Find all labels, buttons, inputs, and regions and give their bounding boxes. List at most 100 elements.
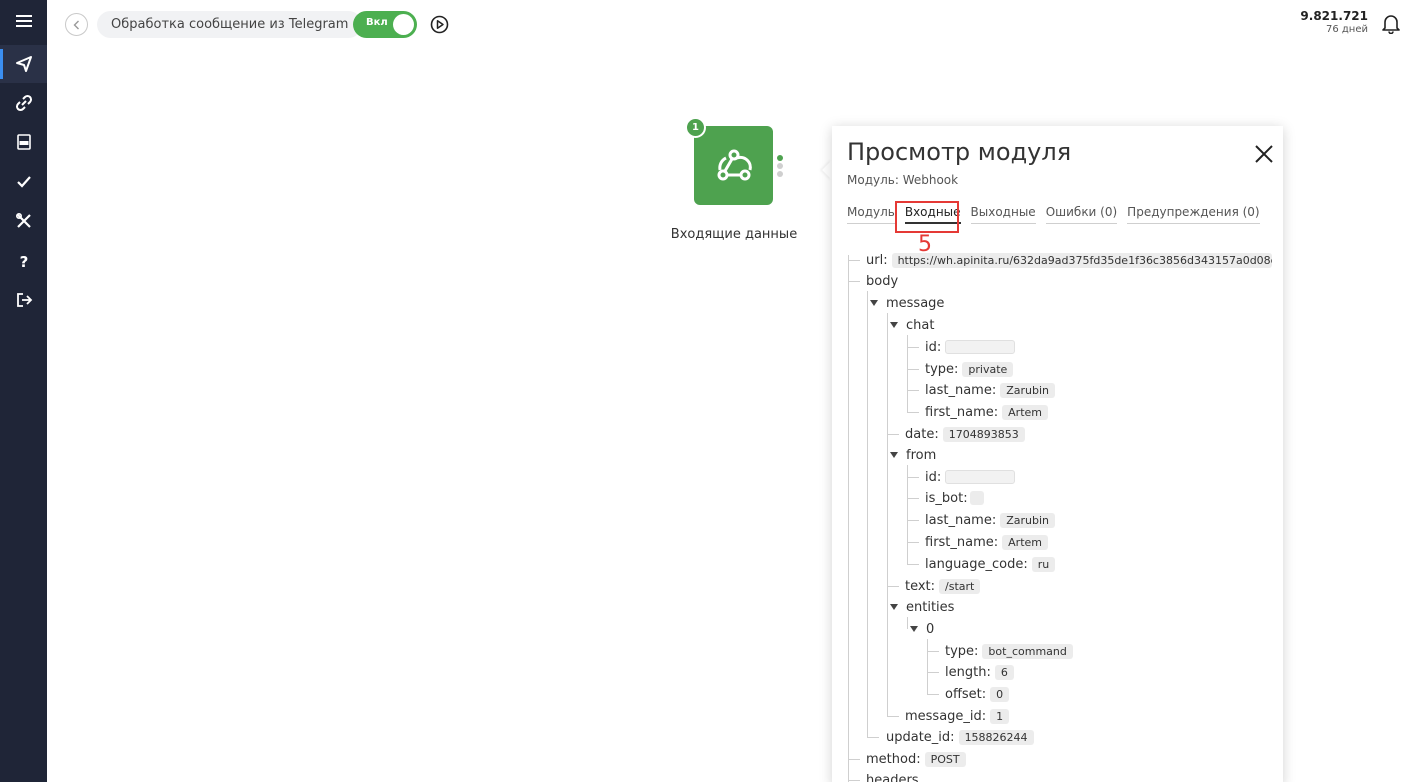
tree-node-entity-offset: offset: 0 xyxy=(945,685,1010,703)
tree-node-entity-length: length: 6 xyxy=(945,663,1014,681)
check-icon[interactable] xyxy=(0,163,47,201)
tree-key: first_name: xyxy=(925,404,999,420)
webhook-module[interactable] xyxy=(694,126,773,205)
tree-node-from-last-name: last_name: Zarubin xyxy=(925,511,1055,529)
panel-arrow xyxy=(822,160,832,180)
tree-node-from-first-name: first_name: Artem xyxy=(925,533,1048,551)
tree-value: 158826244 xyxy=(958,729,1034,745)
tree-node-chat-last-name: last_name: Zarubin xyxy=(925,381,1055,399)
log-icon[interactable] xyxy=(0,123,47,161)
caret-down-icon xyxy=(910,626,918,632)
module-connector-dots[interactable] xyxy=(777,155,783,179)
masked-value xyxy=(945,340,1016,354)
masked-value xyxy=(945,470,1016,484)
logout-icon[interactable] xyxy=(0,281,47,319)
tree-node-entity-type: type: bot_command xyxy=(945,642,1073,660)
caret-down-icon xyxy=(890,322,898,328)
tree-key: body xyxy=(866,273,899,289)
tree-node-chat[interactable]: chat xyxy=(890,316,934,334)
tree-key: is_bot: xyxy=(925,490,968,506)
tree-value: ru xyxy=(1031,556,1056,572)
tree-key: message xyxy=(886,295,945,311)
close-icon[interactable] xyxy=(1253,143,1275,165)
tree-value: /start xyxy=(939,578,981,594)
tab-output[interactable]: Выходные xyxy=(970,205,1036,224)
tree-value: Artem xyxy=(1002,534,1048,550)
tree-key: type: xyxy=(925,361,959,377)
tree-value: 1704893853 xyxy=(942,426,1025,442)
tree-node-update-id: update_id: 158826244 xyxy=(886,728,1034,746)
tree-value: Artem xyxy=(1002,404,1048,420)
tree-node-url: url: https://wh.apinita.ru/632da9ad375fd… xyxy=(866,251,1272,269)
run-play-icon[interactable] xyxy=(430,15,449,34)
tree-node-message-id: message_id: 1 xyxy=(905,707,1010,725)
tab-errors[interactable]: Ошибки (0) xyxy=(1045,205,1118,224)
tree-value: POST xyxy=(924,751,966,767)
caret-down-icon xyxy=(890,452,898,458)
tree-node-entity-0[interactable]: 0 xyxy=(910,620,934,638)
tree-value: Zarubin xyxy=(1000,382,1055,398)
tree-node-chat-type: type: private xyxy=(925,360,1014,378)
scenarios-icon[interactable] xyxy=(0,45,47,83)
tree-value: https://wh.apinita.ru/632da9ad375fd35de1… xyxy=(891,252,1272,268)
panel-subtitle: Модуль: Webhook xyxy=(847,173,959,187)
tree-key: type: xyxy=(945,643,979,659)
tab-module[interactable]: Модуль xyxy=(847,205,895,224)
tree-node-from[interactable]: from xyxy=(890,446,936,464)
balance-value: 9.821.721 xyxy=(1300,9,1368,23)
sidebar: ? xyxy=(0,0,47,782)
svg-text:?: ? xyxy=(19,253,28,270)
balance: 9.821.721 76 дней xyxy=(1300,9,1368,35)
tree-node-entities[interactable]: entities xyxy=(890,598,954,616)
tree-node-from-id: id: xyxy=(925,468,1016,486)
tree-value: Zarubin xyxy=(1000,512,1055,528)
tree-value: 0 xyxy=(990,686,1010,702)
tree-key: offset: xyxy=(945,686,987,702)
tree-key: from xyxy=(906,447,937,463)
tree-node-body[interactable]: body xyxy=(866,272,898,290)
tree-node-date: date: 1704893853 xyxy=(905,425,1025,443)
tree-node-chat-id: id: xyxy=(925,338,1016,356)
link-icon[interactable] xyxy=(0,84,47,122)
tree-key: url: xyxy=(866,252,888,268)
chevron-left-icon xyxy=(73,20,79,29)
bell-icon[interactable] xyxy=(1380,12,1402,34)
tree-value: 1 xyxy=(990,708,1010,724)
tab-warnings[interactable]: Предупреждения (0) xyxy=(1127,205,1260,224)
tree-value: bot_command xyxy=(982,643,1073,659)
tree-key: message_id: xyxy=(905,708,987,724)
tree-node-method: method: POST xyxy=(866,750,966,768)
menu-icon[interactable] xyxy=(0,2,47,40)
tree-node-message[interactable]: message xyxy=(870,294,944,312)
module-label: Входящие данные xyxy=(670,227,798,242)
tree-key: entities xyxy=(906,599,955,615)
tree-node-text: text: /start xyxy=(905,577,981,595)
empty-value xyxy=(969,491,984,505)
tree-key: last_name: xyxy=(925,512,997,528)
tree-key: id: xyxy=(925,469,942,485)
tree-value: 6 xyxy=(994,664,1014,680)
tree-key: id: xyxy=(925,339,942,355)
tree-key: text: xyxy=(905,578,936,594)
tree-key: chat xyxy=(906,317,935,333)
tree-node-from-is-bot: is_bot: xyxy=(925,489,984,507)
webhook-icon xyxy=(717,149,752,180)
tree-value: private xyxy=(962,361,1014,377)
help-icon[interactable]: ? xyxy=(0,242,47,280)
scenario-toggle[interactable]: Вкл xyxy=(353,11,417,38)
caret-down-icon xyxy=(890,604,898,610)
caret-down-icon xyxy=(870,300,878,306)
scenario-title[interactable]: Обработка сообщение из Telegram xyxy=(97,11,363,38)
tools-icon[interactable] xyxy=(0,202,47,240)
tab-highlight-box xyxy=(895,201,959,233)
tree-node-headers[interactable]: headers xyxy=(866,771,919,782)
tree-key: date: xyxy=(905,426,939,442)
tree-key: language_code: xyxy=(925,556,1028,572)
tree-key: last_name: xyxy=(925,382,997,398)
tree-key: update_id: xyxy=(886,729,955,745)
tree-key: headers xyxy=(866,772,919,782)
back-button[interactable] xyxy=(65,13,88,36)
tree-key: method: xyxy=(866,751,921,767)
tree-key: first_name: xyxy=(925,534,999,550)
tree-key: 0 xyxy=(926,621,935,637)
